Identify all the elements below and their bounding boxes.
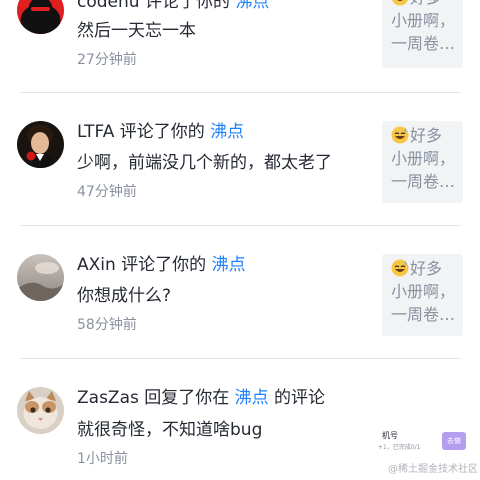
grin-sweat-emoji [391, 126, 409, 144]
username-link[interactable]: ZasZas [77, 388, 139, 408]
divider [20, 225, 461, 226]
comment-content: 就很奇怪，不知道啥bug [77, 420, 263, 440]
action-text: 评论了你的 [115, 255, 212, 275]
timestamp: 47分钟前 [77, 184, 137, 200]
comment-content: 然后一天忘一本 [77, 21, 196, 41]
grin-sweat-emoji [391, 259, 409, 277]
username-link[interactable]: LTFA [77, 122, 114, 142]
thumb-line-3: 一周卷… [391, 305, 456, 324]
action-suffix: 的评论 [268, 388, 326, 408]
target-link[interactable]: 沸点 [235, 0, 269, 12]
avatar[interactable] [17, 387, 64, 434]
watermark: @稀土掘金技术社区 [388, 464, 478, 475]
thumb-line-2: 小册啊， [391, 11, 456, 30]
thumb-line-3: 一周卷… [391, 172, 456, 191]
avatar[interactable] [17, 0, 64, 34]
thumb-line-2: 小册啊， [391, 149, 456, 168]
post-thumbnail[interactable]: 好多 小册啊， 一周卷… [382, 121, 463, 203]
task-card[interactable]: 机号 +1，已完成0/1 去做 [376, 419, 466, 457]
thumb-line-2: 小册啊， [391, 282, 456, 301]
notification-title: AXin 评论了你的 沸点 [77, 254, 246, 276]
thumb-line-1: 好多 [391, 124, 461, 147]
target-link[interactable]: 沸点 [212, 255, 246, 275]
timestamp: 27分钟前 [77, 52, 137, 68]
target-link[interactable]: 沸点 [210, 122, 244, 142]
notification-title: ZasZas 回复了你在 沸点 的评论 [77, 387, 325, 409]
post-thumbnail[interactable]: 好多 小册啊， 一周卷… [382, 0, 463, 68]
divider [20, 358, 461, 359]
timestamp: 58分钟前 [77, 317, 137, 333]
username-link[interactable]: AXin [77, 255, 116, 275]
avatar[interactable] [17, 121, 64, 168]
comment-content: 少啊，前端没几个新的，都太老了 [77, 153, 332, 173]
task-title: 机号 [382, 431, 398, 440]
timestamp: 1小时前 [77, 451, 128, 467]
action-text: 评论了你的 [139, 0, 236, 12]
thumb-line-1: 好多 [391, 0, 461, 9]
thumb-line-1: 好多 [391, 257, 461, 280]
notification-title: codehu 评论了你的 沸点 [77, 0, 269, 13]
post-thumbnail[interactable]: 好多 小册啊， 一周卷… [382, 254, 463, 336]
username-link[interactable]: codehu [77, 0, 140, 12]
avatar[interactable] [17, 254, 64, 301]
action-text: 回复了你在 [138, 388, 235, 408]
divider [20, 92, 461, 93]
task-progress: +1，已完成0/1 [378, 444, 421, 451]
thumb-line-3: 一周卷… [391, 34, 456, 53]
task-action-button[interactable]: 去做 [442, 432, 466, 450]
grin-sweat-emoji [392, 0, 408, 6]
target-link[interactable]: 沸点 [235, 388, 269, 408]
notification-title: LTFA 评论了你的 沸点 [77, 121, 244, 143]
comment-content: 你想成什么? [77, 286, 172, 306]
action-text: 评论了你的 [114, 122, 211, 142]
